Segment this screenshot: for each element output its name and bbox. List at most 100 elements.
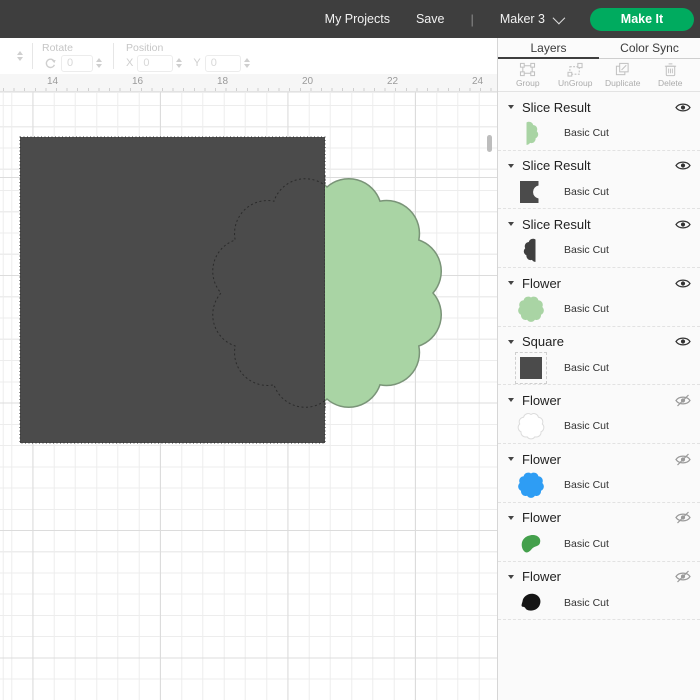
layer-row[interactable]: Flower Basic Cut [498,385,700,444]
rotate-group: Rotate 0 [33,38,105,74]
group-icon [519,62,536,77]
ungroup-button[interactable]: UnGroup [552,62,598,88]
ruler-label: 18 [217,76,228,87]
visibility-toggle[interactable] [674,570,692,584]
visibility-toggle[interactable] [674,217,692,231]
layer-row[interactable]: Slice Result Basic Cut [498,92,700,151]
visibility-toggle[interactable] [674,335,692,349]
visibility-toggle[interactable] [674,452,692,466]
layer-row[interactable]: Flower Basic Cut [498,444,700,503]
square-icon [516,353,546,383]
position-group: Position X 0 Y 0 [114,38,253,74]
position-x-input[interactable]: 0 [137,55,173,72]
flower-icon [516,470,546,500]
chevron-down-icon[interactable] [508,340,514,344]
eye-icon [675,101,691,114]
rotate-stepper[interactable] [93,58,105,68]
canvas-scrollbar[interactable] [487,135,492,152]
machine-selector[interactable]: Maker 3 [500,12,562,26]
ruler-label: 22 [387,76,398,87]
layer-row[interactable]: Square Basic Cut [498,327,700,386]
flower-right-half-icon [516,118,546,148]
duplicate-icon [614,62,631,77]
chevron-down-icon[interactable] [508,398,514,402]
layer-name: Square [522,334,674,349]
eye-slash-icon [675,394,691,407]
group-button[interactable]: Group [505,62,551,88]
layer-row[interactable]: Flower Basic Cut [498,562,700,621]
size-stepper[interactable] [14,51,26,61]
make-it-button[interactable]: Make It [590,8,694,31]
layer-cut-type: Basic Cut [564,420,609,432]
layer-thumbnail[interactable] [516,588,546,618]
tab-color-sync[interactable]: Color Sync [599,38,700,58]
position-label: Position [126,43,253,53]
group-label: Group [516,78,540,88]
layer-thumbnail[interactable] [516,353,546,383]
layer-name: Slice Result [522,158,674,173]
chevron-down-icon[interactable] [508,222,514,226]
position-x-stepper[interactable] [173,58,185,68]
layer-list: Slice Result Basic Cut Slice Result Basi… [498,92,700,700]
canvas[interactable] [0,92,497,700]
chevron-down-icon[interactable] [508,516,514,520]
chevron-down-icon[interactable] [508,281,514,285]
visibility-toggle[interactable] [674,100,692,114]
y-axis-label: Y [193,57,200,69]
ruler-label: 16 [132,76,143,87]
chevron-down-icon [553,11,566,24]
ruler-label: 24 [472,76,483,87]
layer-cut-type: Basic Cut [564,479,609,491]
rotate-label: Rotate [42,43,105,53]
layer-row[interactable]: Flower Basic Cut [498,268,700,327]
layer-thumbnail[interactable] [516,235,546,265]
ungroup-label: UnGroup [558,78,593,88]
layer-cut-type: Basic Cut [564,303,609,315]
blob-leaf-icon [516,529,546,559]
ruler: 141618202224 [0,74,497,92]
eye-icon [675,218,691,231]
layer-thumbnail[interactable] [516,118,546,148]
rotate-input[interactable]: 0 [61,55,93,72]
tab-layers[interactable]: Layers [498,38,599,58]
chevron-down-icon[interactable] [508,457,514,461]
x-axis-label: X [126,57,133,69]
layer-row[interactable]: Slice Result Basic Cut [498,209,700,268]
layer-thumbnail[interactable] [516,177,546,207]
edit-toolbar: Rotate 0 Position X 0 Y 0 [0,38,497,74]
layer-thumbnail[interactable] [516,294,546,324]
position-y-stepper[interactable] [241,58,253,68]
layer-name: Flower [522,276,674,291]
layer-row[interactable]: Flower Basic Cut [498,503,700,562]
chevron-down-icon[interactable] [508,164,514,168]
chevron-down-icon[interactable] [508,105,514,109]
layer-name: Flower [522,569,674,584]
layer-thumbnail[interactable] [516,411,546,441]
blob-bird-icon [516,588,546,618]
ungroup-icon [567,62,584,77]
duplicate-button[interactable]: Duplicate [600,62,646,88]
delete-icon [663,62,678,77]
duplicate-label: Duplicate [605,78,640,88]
layer-row[interactable]: Slice Result Basic Cut [498,151,700,210]
eye-slash-icon [675,453,691,466]
machine-name: Maker 3 [500,12,545,26]
chevron-down-icon[interactable] [508,575,514,579]
square-notched-icon [516,177,546,207]
canvas-square[interactable] [20,137,325,443]
eye-slash-icon [675,511,691,524]
layer-thumbnail[interactable] [516,529,546,559]
visibility-toggle[interactable] [674,511,692,525]
visibility-toggle[interactable] [674,276,692,290]
eye-icon [675,335,691,348]
save-link[interactable]: Save [416,12,445,26]
my-projects-link[interactable]: My Projects [325,12,390,26]
layer-thumbnail[interactable] [516,470,546,500]
visibility-toggle[interactable] [674,159,692,173]
rotate-icon [42,56,57,71]
delete-label: Delete [658,78,683,88]
visibility-toggle[interactable] [674,393,692,407]
position-y-input[interactable]: 0 [205,55,241,72]
delete-button[interactable]: Delete [647,62,693,88]
ruler-label: 20 [302,76,313,87]
